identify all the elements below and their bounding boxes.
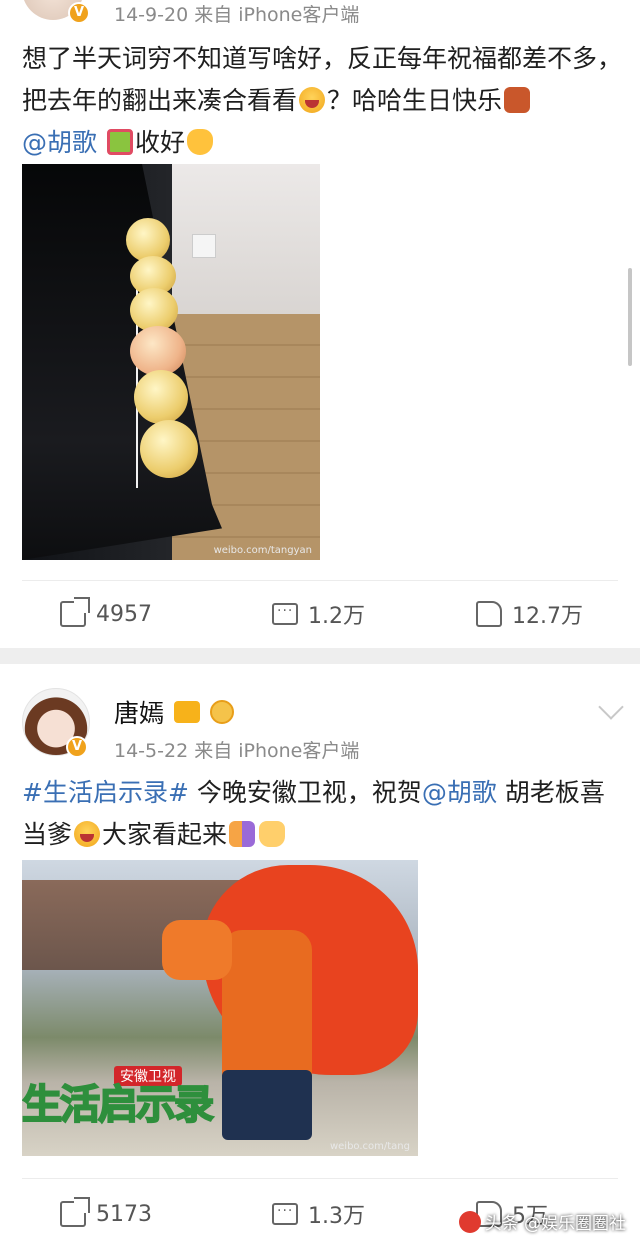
repost-count: 4957 [96,601,152,627]
man-figure [222,930,312,1090]
chevron-down-icon[interactable] [598,694,624,720]
comment-button[interactable]: 1.3万 [272,1194,365,1234]
post-text: 想了半天词穷不知道写啥好，反正每年祝福都差不多，把去年的翻出来凑合看看 ？哈哈生日… [22,38,622,164]
post-text-part: ？哈哈生日快乐 [327,86,503,115]
post-text-part: 大家看起来 [102,820,228,849]
weibo-post-1: V 14-9-20 来自 iPhone客户端 想了半天词穷不知道写啥好，反正每年… [0,0,640,648]
post-meta: 14-9-20 来自 iPhone客户端 [114,4,360,26]
post-text-part: 今晚安徽卫视，祝贺 [188,778,422,807]
hashtag-link[interactable]: #生活启示录# [22,778,189,807]
verified-v-icon: V [66,736,88,758]
user-name[interactable]: 唐嫣 [114,694,164,730]
comment-count: 1.3万 [308,1204,365,1229]
user-row: 唐嫣 [114,694,235,730]
divider [22,1178,618,1179]
thumbs-up-emoji-icon [259,821,286,847]
mention-link[interactable]: @胡歌 [22,128,97,157]
gift-emoji-icon [106,129,133,155]
crown-icon [174,701,201,723]
post-text-part: 收好 [134,128,185,157]
apple [134,370,188,424]
repost-button[interactable]: 5173 [60,1194,152,1234]
repost-button[interactable]: 4957 [60,594,152,634]
cake-emoji-icon [504,87,531,113]
divider [22,580,618,581]
member-badge-icon [210,700,235,724]
mention-link[interactable]: @胡歌 [422,778,497,807]
wall-socket [192,234,216,258]
apple [130,326,186,376]
comment-count: 1.2万 [308,604,365,629]
like-button[interactable]: 12.7万 [476,594,583,634]
pointing-down-emoji-icon [186,129,213,155]
repost-count: 5173 [96,1201,152,1227]
post-photo[interactable]: 安徽卫视 生活启示录 weibo.com/tang [22,860,418,1156]
verified-v-icon: V [68,2,90,24]
comment-button[interactable]: 1.2万 [272,594,365,634]
action-bar: 4957 1.2万 12.7万 [0,594,640,634]
source-watermark: 头条 @娱乐圈圈社 [458,1209,626,1234]
post-separator [0,648,640,664]
show-title-overlay: 生活启示录 [22,1081,215,1129]
watermark-text: 头条 @娱乐圈圈社 [484,1214,626,1234]
laughing-emoji-icon [299,87,326,113]
laughing-emoji-icon [74,821,101,847]
comment-icon [272,603,298,625]
family-emoji-icon [229,821,256,847]
like-icon [476,601,502,627]
photo-watermark: weibo.com/tang [329,1141,410,1152]
weibo-post-2: V 唐嫣 14-5-22 来自 iPhone客户端 #生活启示录# 今晚安徽卫视… [0,664,640,1242]
repost-icon [60,597,90,627]
like-count: 12.7万 [512,604,583,629]
repost-icon [60,1197,90,1227]
toutiao-logo-icon [458,1211,481,1233]
post-photo[interactable]: weibo.com/tangyan [22,164,320,560]
child-figure [162,920,232,980]
post-meta: 14-5-22 来自 iPhone客户端 [114,740,360,762]
apple [140,420,198,478]
scrollbar[interactable] [628,268,632,366]
post-text: #生活启示录# 今晚安徽卫视，祝贺@胡歌 胡老板喜当爹 大家看起来 [22,772,622,856]
photo-watermark: weibo.com/tangyan [213,545,312,556]
comment-icon [272,1203,298,1225]
